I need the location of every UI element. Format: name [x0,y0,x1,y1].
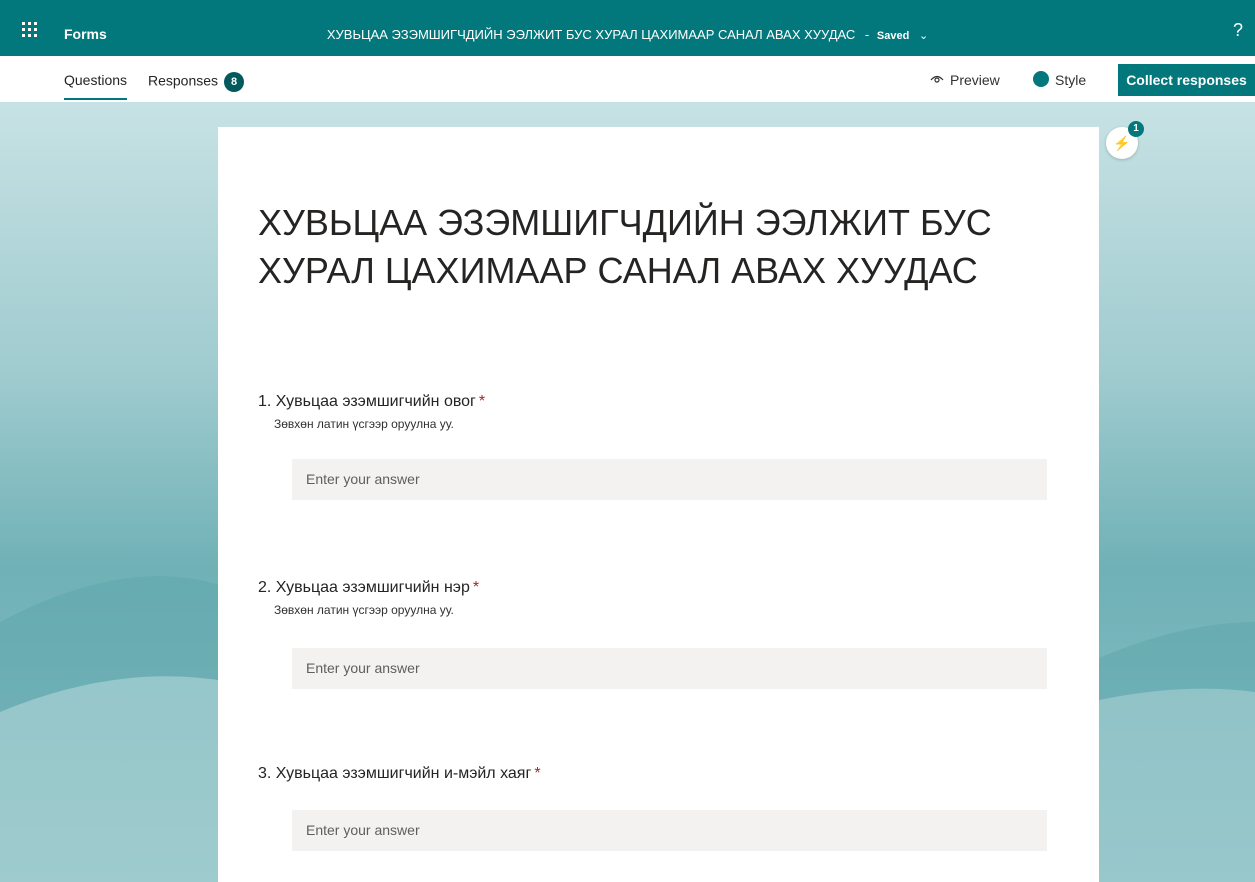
question-2-placeholder: Enter your answer [306,660,420,676]
tab-questions[interactable]: Questions [64,72,128,100]
form-title[interactable]: ХУВЬЦАА ЭЗЭМШИГЧДИЙН ЭЭЛЖИТ БУС ХУРАЛ ЦА… [258,199,1038,295]
style-label: Style [1055,72,1087,88]
collect-responses-button[interactable]: Collect responses [1118,64,1255,96]
eye-icon [930,74,944,88]
question-3-placeholder: Enter your answer [306,822,420,838]
style-button[interactable]: Style [1033,71,1087,89]
question-2[interactable]: 2. Хувьцаа эзэмшигчийн нэр * Зөвхөн латин… [258,579,1058,689]
question-2-text: 2. Хувьцаа эзэмшигчийн нэр [258,579,470,596]
preview-button[interactable]: Preview [930,72,1000,88]
tab-responses[interactable]: Responses 8 [148,72,245,92]
question-2-answer-input[interactable]: Enter your answer [292,648,1047,689]
insights-button[interactable]: ⚡ 1 [1106,121,1144,159]
required-marker: * [472,579,480,596]
question-1-text: 1. Хувьцаа эзэмшигчийн овог [258,393,476,410]
chevron-down-icon[interactable]: ⌄ [919,29,928,42]
question-3-title: 3. Хувьцаа эзэмшигчийн и-мэйл хаяг * [258,765,1058,783]
form-title-header[interactable]: ХУВЬЦАА ЭЗЭМШИГЧДИЙН ЭЭЛЖИТ БУС ХУРАЛ ЦА… [0,27,1255,42]
preview-label: Preview [950,72,1000,88]
form-title-text: ХУВЬЦАА ЭЗЭМШИГЧДИЙН ЭЭЛЖИТ БУС ХУРАЛ ЦА… [326,27,856,42]
question-1-title: 1. Хувьцаа эзэмшигчийн овог * [258,393,1058,411]
question-1-answer-input[interactable]: Enter your answer [292,459,1047,500]
responses-count-badge: 8 [224,72,245,92]
question-2-subtitle: Зөвхөн латин үсгээр оруулна уу. [274,603,454,617]
saved-status: Saved [876,30,910,42]
top-bar: Forms ХУВЬЦАА ЭЗЭМШИГЧДИЙН ЭЭЛЖИТ БУС ХУ… [0,0,1255,56]
tab-responses-label: Responses [148,72,219,89]
question-3[interactable]: 3. Хувьцаа эзэмшигчийн и-мэйл хаяг * Ente… [258,765,1058,851]
palette-icon [1033,71,1049,88]
help-icon[interactable]: ? [1233,20,1243,41]
question-1[interactable]: 1. Хувьцаа эзэмшигчийн овог * Зөвхөн лати… [258,393,1058,500]
lightbulb-icon: ⚡ [1113,135,1131,151]
required-marker: * [534,765,541,782]
question-3-text: 3. Хувьцаа эзэмшигчийн и-мэйл хаяг [258,765,532,782]
command-bar: Questions Responses 8 Preview Style [0,56,1255,102]
question-3-answer-input[interactable]: Enter your answer [292,810,1047,851]
question-1-subtitle: Зөвхөн латин үсгээр оруулна уу. [274,417,454,431]
title-separator: - [864,27,870,42]
required-marker: * [478,393,486,410]
question-1-placeholder: Enter your answer [306,471,420,487]
insights-count-badge: 1 [1128,121,1144,137]
question-2-title: 2. Хувьцаа эзэмшигчийн нэр * [258,579,1058,597]
